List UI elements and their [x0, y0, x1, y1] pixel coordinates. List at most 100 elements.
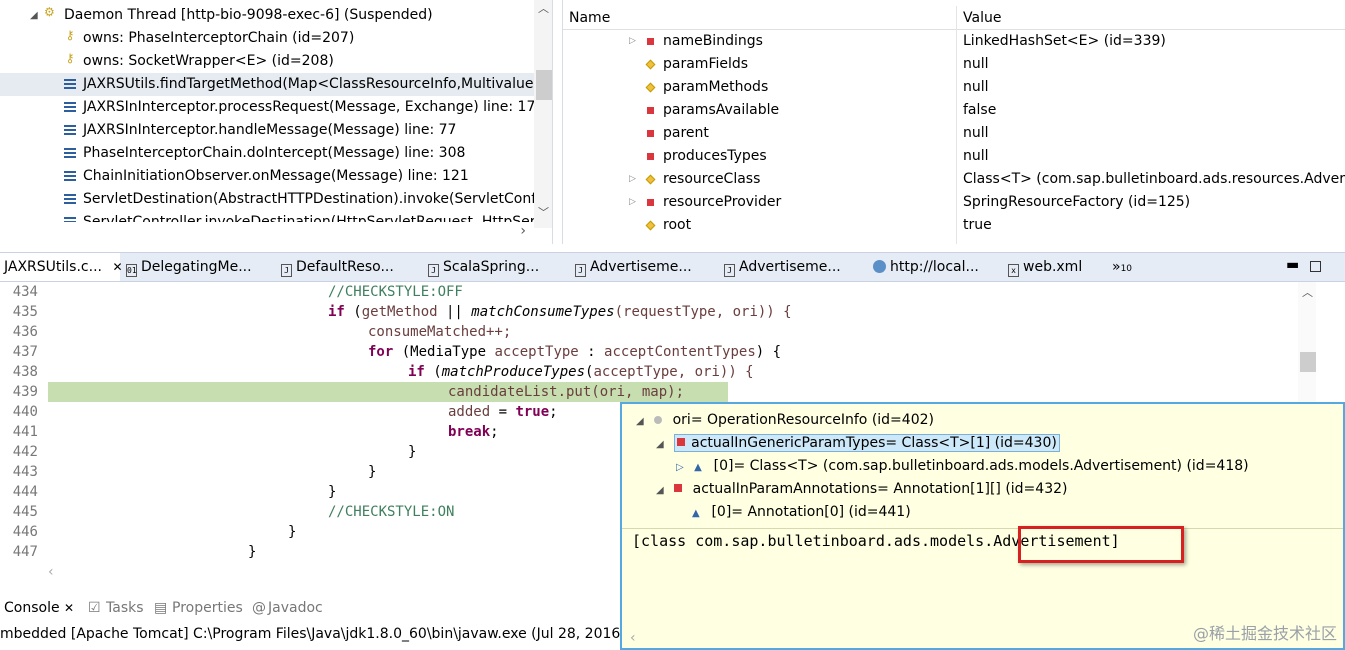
tab-advertiseme-2[interactable]: J Advertiseme...	[724, 253, 841, 281]
variable-row[interactable]: paramsAvailable false	[563, 99, 1345, 122]
stack-frame[interactable]: JAXRSInInterceptor.processRequest(Messag…	[0, 96, 534, 119]
line-number: 447	[12, 544, 38, 560]
variable-row[interactable]: paramMethods null	[563, 76, 1345, 99]
owns-label: owns: PhaseInterceptorChain (id=207)	[83, 30, 355, 46]
node-label: [0]= Annotation[0] (id=441)	[711, 504, 911, 520]
private-field-icon	[647, 107, 654, 114]
popup-divider[interactable]	[622, 528, 1343, 529]
tab-overflow[interactable]: »10	[1112, 253, 1132, 281]
keyword: if	[328, 304, 345, 320]
tab-label: DefaultReso...	[296, 259, 394, 275]
variable-row[interactable]: parent null	[563, 122, 1345, 145]
variable-row[interactable]: ▷ resourceClass Class<T> (com.sap.bullet…	[563, 168, 1345, 191]
debug-stack-pane: ◢ ⚙ Daemon Thread [http-bio-9098-exec-6]…	[0, 0, 553, 244]
collapse-icon[interactable]: ◢	[656, 485, 664, 496]
tab-jaxrsutils[interactable]: JAXRSUtils.c... ✕	[0, 253, 123, 281]
stack-frame-label: ChainInitiationObserver.onMessage(Messag…	[83, 168, 469, 184]
tab-advertiseme-1[interactable]: J Advertiseme...	[575, 253, 692, 281]
thread-node[interactable]: ◢ ⚙ Daemon Thread [http-bio-9098-exec-6]…	[0, 4, 534, 27]
variable-row[interactable]: producesTypes null	[563, 145, 1345, 168]
line-number: 443	[12, 464, 38, 480]
line-number: 441	[12, 424, 38, 440]
scrollbar-thumb[interactable]	[1300, 352, 1316, 372]
tab-defaultreso[interactable]: J DefaultReso...	[281, 253, 394, 281]
expand-icon[interactable]: ▷	[629, 168, 636, 191]
scroll-left-icon[interactable]: ‹	[48, 564, 54, 580]
scrollbar-thumb[interactable]	[536, 70, 552, 100]
stack-frame-label: JAXRSUtils.findTargetMethod(Map<ClassRes…	[83, 76, 534, 92]
scroll-down-icon[interactable]: ﹀	[538, 204, 549, 220]
stack-frame-selected[interactable]: JAXRSUtils.findTargetMethod(Map<ClassRes…	[0, 73, 534, 96]
inspect-node-selected[interactable]: ◢ actualInGenericParamTypes= Class<T>[1]…	[656, 432, 1060, 455]
line-number: 445	[12, 504, 38, 520]
tab-web-xml[interactable]: x web.xml	[1008, 253, 1082, 281]
tab-delegatingme[interactable]: 01 DelegatingMe...	[126, 253, 252, 281]
line-number: 438	[12, 364, 38, 380]
scroll-left-icon[interactable]: ‹	[630, 630, 636, 646]
code-line: }	[368, 464, 377, 480]
inspect-node[interactable]: ▲ [0]= Annotation[0] (id=441)	[692, 501, 911, 524]
stack-frame[interactable]: PhaseInterceptorChain.doIntercept(Messag…	[0, 142, 534, 165]
protected-field-icon	[645, 59, 656, 70]
expand-icon[interactable]: ▷	[676, 462, 684, 473]
collapse-icon[interactable]: ◢	[30, 4, 38, 27]
variable-row[interactable]: ▷ resourceProvider SpringResourceFactory…	[563, 191, 1345, 214]
stack-frame[interactable]: ChainInitiationObserver.onMessage(Messag…	[0, 165, 534, 188]
variable-value: null	[963, 79, 989, 95]
class-file-icon: 01	[126, 264, 137, 277]
scroll-up-icon[interactable]: ︿	[1302, 284, 1313, 300]
tab-tasks[interactable]: Tasks	[106, 596, 144, 620]
variable-value: true	[963, 217, 992, 233]
column-name-header[interactable]: Name	[569, 6, 610, 30]
collapse-icon[interactable]: ◢	[656, 439, 664, 450]
variable-value: null	[963, 148, 989, 164]
inspect-popup[interactable]: ◢ ori= OperationResourceInfo (id=402) ◢ …	[620, 402, 1345, 650]
vertical-scrollbar[interactable]: ︿ ﹀	[534, 0, 552, 228]
tab-console[interactable]: Console	[4, 596, 60, 620]
maximize-icon[interactable]	[1310, 261, 1321, 272]
local-variable-icon	[654, 416, 663, 424]
tab-javadoc[interactable]: Javadoc	[268, 596, 323, 620]
expand-icon[interactable]: ▷	[629, 30, 636, 53]
tab-scalaspring[interactable]: J ScalaSpring...	[428, 253, 539, 281]
owns-item[interactable]: ⚷ owns: PhaseInterceptorChain (id=207)	[0, 27, 534, 50]
expand-icon[interactable]: ▷	[629, 191, 636, 214]
inspect-node[interactable]: ▷ ▲ [0]= Class<T> (com.sap.bulletinboard…	[676, 455, 1249, 478]
variable-name: producesTypes	[663, 148, 767, 164]
scroll-up-icon[interactable]: ︿	[538, 0, 549, 16]
tab-label: Advertiseme...	[590, 259, 692, 275]
collapse-icon[interactable]: ◢	[636, 416, 644, 427]
inspect-node[interactable]: ◢ actualInParamAnnotations= Annotation[1…	[656, 478, 1067, 501]
stack-frame-icon	[62, 191, 78, 207]
code-line: if (getMethod || matchConsumeTypes(reque…	[328, 304, 792, 320]
horizontal-scrollbar[interactable]: ›	[0, 222, 534, 240]
line-number: 437	[12, 344, 38, 360]
line-number: 434	[12, 284, 38, 300]
minimize-icon[interactable]: ▬	[1286, 253, 1299, 277]
inspect-root-node[interactable]: ◢ ori= OperationResourceInfo (id=402)	[636, 409, 934, 432]
keyword: for	[368, 344, 394, 360]
code-line: break;	[448, 424, 499, 440]
column-value-header[interactable]: Value	[963, 6, 1001, 30]
code-line: for (MediaType acceptType : acceptConten…	[368, 344, 781, 360]
java-file-icon: J	[428, 264, 439, 277]
tab-properties[interactable]: Properties	[172, 596, 243, 620]
variable-row[interactable]: ▷ nameBindings LinkedHashSet<E> (id=339)	[563, 30, 1345, 53]
close-icon[interactable]: ✕	[64, 596, 74, 620]
private-field-icon	[674, 484, 683, 492]
tab-label: http://local...	[890, 259, 979, 275]
keyword: true	[515, 404, 550, 420]
variable-row[interactable]: root true	[563, 214, 1345, 237]
tab-browser-localhost[interactable]: http://local...	[873, 253, 979, 281]
scroll-right-icon[interactable]: ›	[520, 222, 526, 240]
stack-frame[interactable]: JAXRSInInterceptor.handleMessage(Message…	[0, 119, 534, 142]
close-icon[interactable]: ✕	[112, 260, 122, 274]
comment: //CHECKSTYLE:OFF	[328, 284, 463, 300]
owns-item[interactable]: ⚷ owns: SocketWrapper<E> (id=208)	[0, 50, 534, 73]
identifier: acceptContentTypes	[604, 344, 756, 360]
tab-label: ScalaSpring...	[443, 259, 540, 275]
stack-frame[interactable]: ServletDestination(AbstractHTTPDestinati…	[0, 188, 534, 211]
variable-name: paramMethods	[663, 79, 769, 95]
thread-label: Daemon Thread [http-bio-9098-exec-6] (Su…	[64, 7, 433, 23]
variable-row[interactable]: paramFields null	[563, 53, 1345, 76]
